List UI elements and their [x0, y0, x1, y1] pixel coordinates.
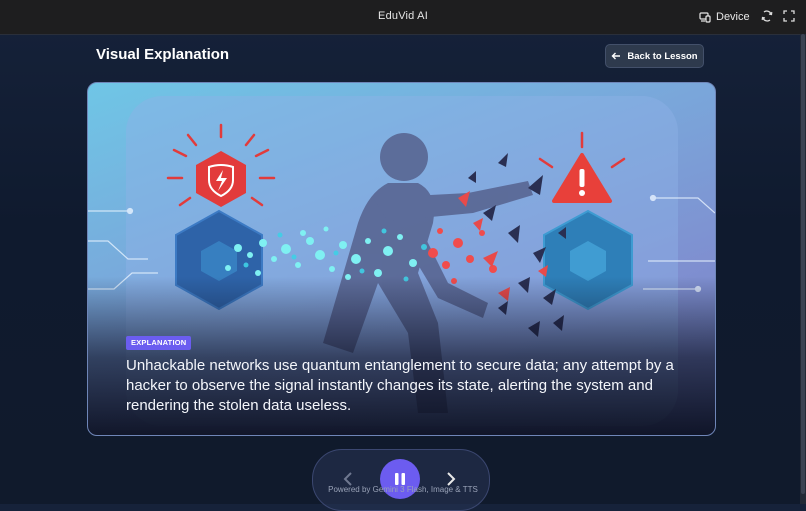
- powered-by-text: Powered by Gemini 3 Flash, Image & TTS: [328, 485, 478, 494]
- scrollbar-thumb[interactable]: [801, 34, 805, 494]
- pause-icon: [395, 473, 405, 485]
- explanation-badge: EXPLANATION: [126, 336, 192, 350]
- back-to-lesson-label: Back to Lesson: [627, 50, 698, 62]
- device-icon: [699, 11, 711, 23]
- fullscreen-icon[interactable]: [782, 9, 796, 23]
- device-label: Device: [716, 11, 750, 23]
- device-toggle-button[interactable]: Device: [699, 9, 750, 25]
- top-bar: EduVid AI Device: [0, 0, 806, 35]
- page-title: Visual Explanation: [96, 46, 230, 63]
- explanation-text: Unhackable networks use quantum entangle…: [126, 357, 674, 414]
- arrow-left-icon: [611, 52, 621, 60]
- back-to-lesson-button[interactable]: Back to Lesson: [605, 44, 704, 68]
- app-title: EduVid AI: [378, 10, 428, 22]
- rotate-icon[interactable]: [760, 9, 774, 23]
